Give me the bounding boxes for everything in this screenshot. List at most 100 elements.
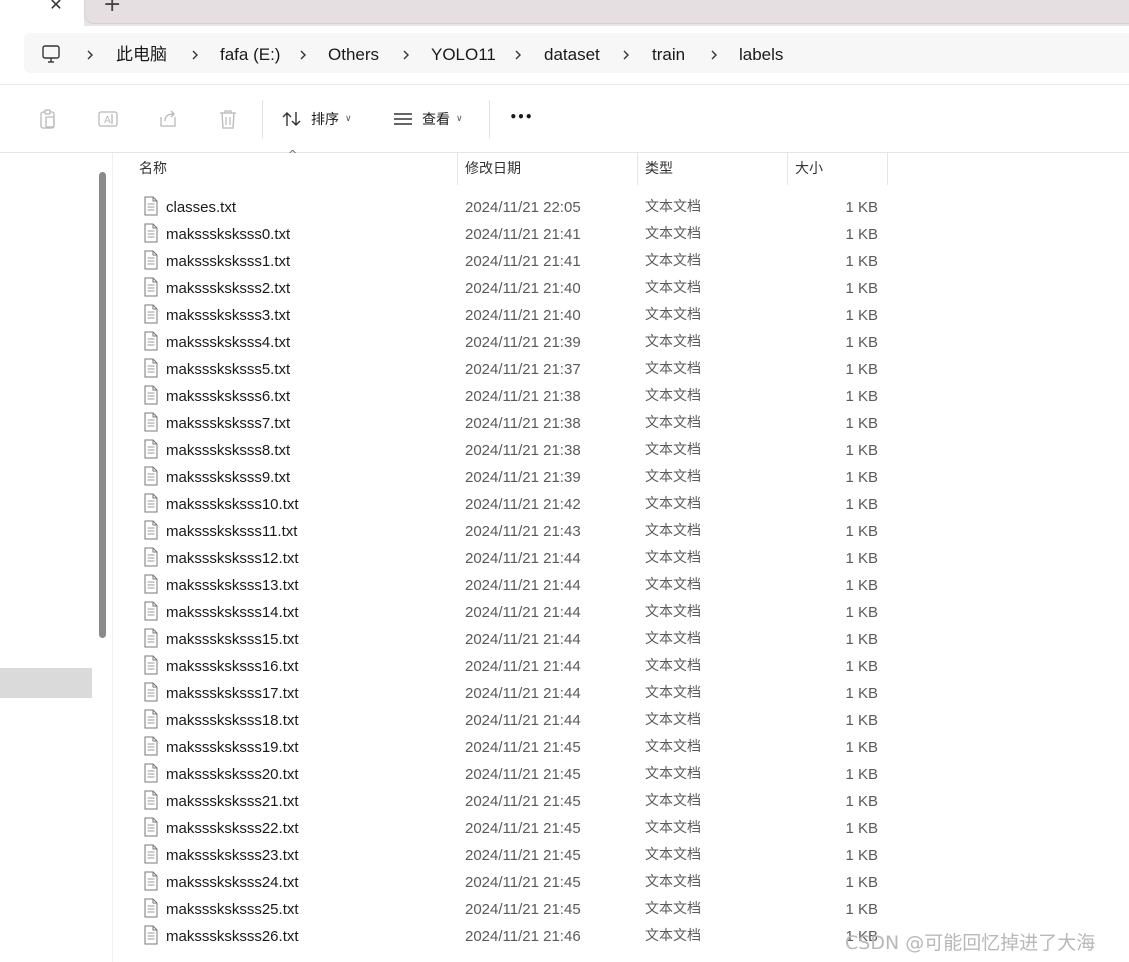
file-row[interactable]: maksssksksss19.txt 2024/11/21 21:45 文本文档 1 … [130, 734, 890, 761]
file-name: maksssksksss9.txt [166, 469, 291, 486]
file-size: 1 KB [845, 226, 878, 243]
file-row[interactable]: maksssksksss12.txt 2024/11/21 21:44 文本文档 1 … [130, 545, 890, 572]
breadcrumb-separator-icon[interactable] [708, 44, 720, 66]
file-size: 1 KB [845, 577, 878, 594]
breadcrumb-separator-icon[interactable] [512, 44, 524, 66]
breadcrumb-separator-icon[interactable] [84, 44, 96, 66]
navigation-pane [0, 153, 92, 962]
breadcrumb-item[interactable]: train [652, 44, 685, 66]
text-file-icon [142, 736, 160, 756]
file-date: 2024/11/21 21:39 [465, 334, 581, 351]
file-date: 2024/11/21 21:44 [465, 577, 581, 594]
breadcrumb-separator-icon[interactable] [620, 44, 632, 66]
column-header-date[interactable]: 修改日期 [465, 153, 521, 185]
file-date: 2024/11/21 21:40 [465, 280, 581, 297]
column-header-name[interactable]: 名称 [139, 153, 167, 185]
view-button[interactable]: 查看 ∨ [392, 108, 463, 130]
file-row[interactable]: maksssksksss23.txt 2024/11/21 21:45 文本文档 1 … [130, 842, 890, 869]
file-row[interactable]: maksssksksss17.txt 2024/11/21 21:44 文本文档 1 … [130, 680, 890, 707]
file-row[interactable]: maksssksksss3.txt 2024/11/21 21:40 文本文档 1 K… [130, 302, 890, 329]
file-row[interactable]: maksssksksss25.txt 2024/11/21 21:45 文本文档 1 … [130, 896, 890, 923]
file-date: 2024/11/21 21:41 [465, 226, 581, 243]
new-tab-icon[interactable]: + [103, 0, 121, 16]
file-size: 1 KB [845, 415, 878, 432]
file-row[interactable]: maksssksksss15.txt 2024/11/21 21:44 文本文档 1 … [130, 626, 890, 653]
sort-button[interactable]: 排序 ∨ [281, 108, 352, 130]
file-row[interactable]: maksssksksss7.txt 2024/11/21 21:38 文本文档 1 K… [130, 410, 890, 437]
file-row[interactable]: maksssksksss21.txt 2024/11/21 21:45 文本文档 1 … [130, 788, 890, 815]
text-file-icon [142, 628, 160, 648]
file-name: maksssksksss3.txt [166, 307, 291, 324]
column-divider[interactable] [787, 153, 788, 185]
file-size: 1 KB [845, 847, 878, 864]
breadcrumb-separator-icon[interactable] [189, 44, 201, 66]
file-row[interactable]: maksssksksss22.txt 2024/11/21 21:45 文本文档 1 … [130, 815, 890, 842]
file-row[interactable]: maksssksksss20.txt 2024/11/21 21:45 文本文档 1 … [130, 761, 890, 788]
text-file-icon [142, 196, 160, 216]
breadcrumb-item[interactable]: dataset [544, 44, 600, 66]
share-icon[interactable] [157, 108, 179, 130]
close-tab-icon[interactable]: ✕ [46, 0, 66, 14]
breadcrumb-item[interactable]: Others [328, 44, 379, 66]
file-row[interactable]: maksssksksss14.txt 2024/11/21 21:44 文本文档 1 … [130, 599, 890, 626]
file-row[interactable]: maksssksksss16.txt 2024/11/21 21:44 文本文档 1 … [130, 653, 890, 680]
text-file-icon [142, 547, 160, 567]
column-divider[interactable] [887, 153, 888, 185]
file-type: 文本文档 [645, 307, 701, 323]
column-header-size[interactable]: 大小 [795, 153, 823, 185]
file-row[interactable]: maksssksksss5.txt 2024/11/21 21:37 文本文档 1 K… [130, 356, 890, 383]
file-row[interactable]: maksssksksss24.txt 2024/11/21 21:45 文本文档 1 … [130, 869, 890, 896]
column-header-type[interactable]: 类型 [645, 153, 673, 185]
file-row[interactable]: maksssksksss11.txt 2024/11/21 21:43 文本文档 1 … [130, 518, 890, 545]
column-divider[interactable] [457, 153, 458, 185]
pane-divider[interactable] [112, 153, 113, 962]
sort-ascending-icon: ^ [288, 148, 298, 161]
nav-scrollbar[interactable] [99, 172, 106, 638]
file-row[interactable]: maksssksksss8.txt 2024/11/21 21:38 文本文档 1 K… [130, 437, 890, 464]
file-size: 1 KB [845, 820, 878, 837]
paste-icon[interactable] [37, 108, 59, 130]
file-row[interactable]: maksssksksss6.txt 2024/11/21 21:38 文本文档 1 K… [130, 383, 890, 410]
file-type: 文本文档 [645, 604, 701, 620]
file-row[interactable]: classes.txt 2024/11/21 22:05 文本文档 1 KB [130, 194, 890, 221]
file-row[interactable]: maksssksksss10.txt 2024/11/21 21:42 文本文档 1 … [130, 491, 890, 518]
file-date: 2024/11/21 21:38 [465, 415, 581, 432]
delete-icon[interactable] [217, 108, 239, 130]
file-type: 文本文档 [645, 793, 701, 809]
file-size: 1 KB [845, 901, 878, 918]
sort-icon [282, 112, 301, 126]
chevron-down-icon: ∨ [345, 114, 352, 124]
breadcrumb-item[interactable]: fafa (E:) [220, 44, 280, 66]
breadcrumb-separator-icon[interactable] [297, 44, 309, 66]
file-type: 文本文档 [645, 415, 701, 431]
file-date: 2024/11/21 21:45 [465, 874, 581, 891]
text-file-icon [142, 331, 160, 351]
computer-icon[interactable] [40, 43, 62, 65]
file-row[interactable]: maksssksksss26.txt 2024/11/21 21:46 文本文档 1 … [130, 923, 890, 950]
breadcrumb-item[interactable]: labels [739, 44, 783, 66]
file-row[interactable]: maksssksksss2.txt 2024/11/21 21:40 文本文档 1 K… [130, 275, 890, 302]
file-name: maksssksksss23.txt [166, 847, 299, 864]
file-row[interactable]: maksssksksss18.txt 2024/11/21 21:44 文本文档 1 … [130, 707, 890, 734]
rename-icon[interactable]: A [97, 108, 119, 130]
nav-selected-item[interactable] [0, 668, 92, 698]
more-options-icon[interactable]: ••• [508, 104, 534, 130]
active-tab[interactable]: ✕ [0, 0, 84, 26]
column-divider[interactable] [637, 153, 638, 185]
file-row[interactable]: maksssksksss1.txt 2024/11/21 21:41 文本文档 1 K… [130, 248, 890, 275]
file-size: 1 KB [845, 280, 878, 297]
breadcrumb-separator-icon[interactable] [400, 44, 412, 66]
file-row[interactable]: maksssksksss13.txt 2024/11/21 21:44 文本文档 1 … [130, 572, 890, 599]
text-file-icon [142, 250, 160, 270]
file-date: 2024/11/21 21:41 [465, 253, 581, 270]
file-row[interactable]: maksssksksss9.txt 2024/11/21 21:39 文本文档 1 K… [130, 464, 890, 491]
breadcrumb-item[interactable]: 此电脑 [116, 44, 167, 66]
file-name: maksssksksss10.txt [166, 496, 299, 513]
file-size: 1 KB [845, 685, 878, 702]
file-size: 1 KB [845, 874, 878, 891]
file-name: maksssksksss15.txt [166, 631, 299, 648]
text-file-icon [142, 358, 160, 378]
file-row[interactable]: maksssksksss0.txt 2024/11/21 21:41 文本文档 1 K… [130, 221, 890, 248]
file-row[interactable]: maksssksksss4.txt 2024/11/21 21:39 文本文档 1 K… [130, 329, 890, 356]
breadcrumb-item[interactable]: YOLO11 [431, 44, 496, 66]
